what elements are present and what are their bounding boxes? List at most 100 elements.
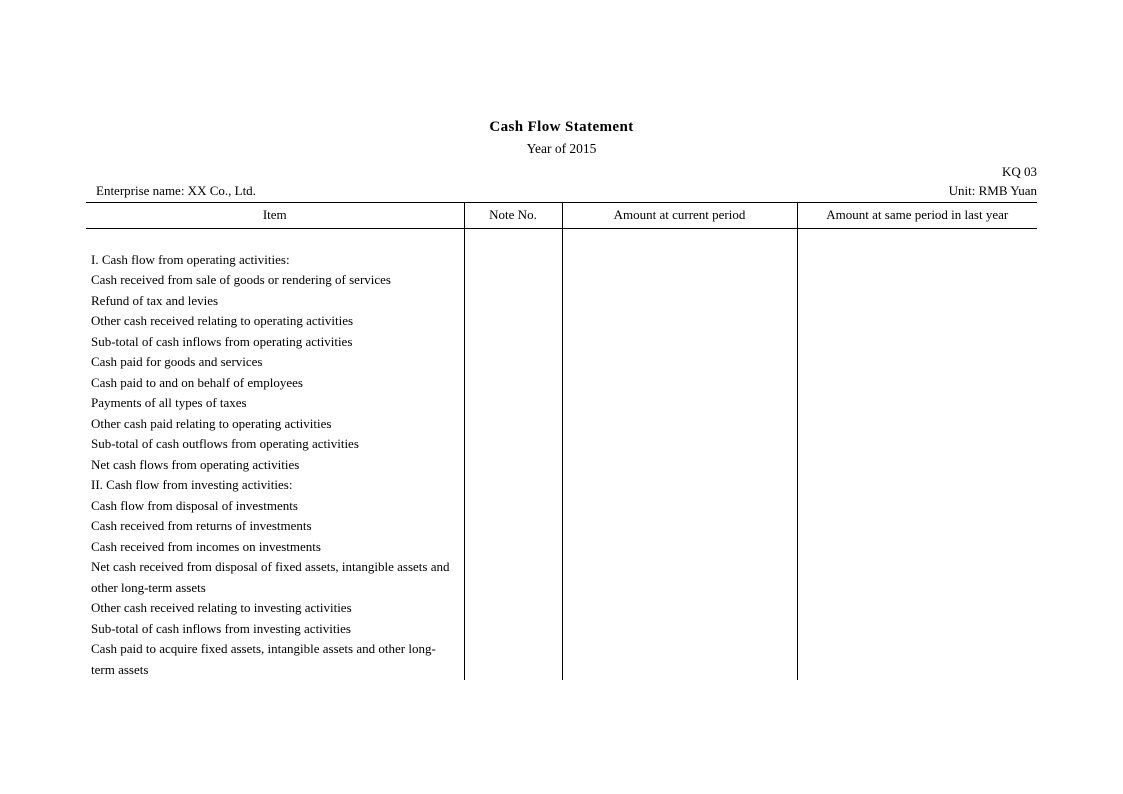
cell-current-period[interactable] xyxy=(561,290,797,311)
cell-note-no[interactable] xyxy=(463,454,562,475)
cell-current-period[interactable] xyxy=(561,249,797,270)
cell-last-year[interactable] xyxy=(796,434,1037,455)
cell-item: I. Cash flow from operating activities: xyxy=(91,251,290,267)
cell-note-no[interactable] xyxy=(463,413,562,434)
cell-current-period[interactable] xyxy=(561,311,797,332)
cell-note-no[interactable] xyxy=(463,557,562,598)
cell-note-no[interactable] xyxy=(463,331,562,352)
cell-current-period[interactable] xyxy=(561,454,797,475)
cell-item: Sub-total of cash outflows from operatin… xyxy=(91,436,359,451)
document-page: Cash Flow Statement Year of 2015 KQ 03 E… xyxy=(0,0,1123,794)
page-subtitle: Year of 2015 xyxy=(526,141,597,156)
column-header-current-period: Amount at current period xyxy=(561,202,797,229)
cash-flow-table: Item Note No. Amount at current period A… xyxy=(86,202,1037,680)
cell-item: Net cash flows from operating activities xyxy=(91,456,300,472)
cell-current-period[interactable] xyxy=(561,352,797,373)
cell-last-year[interactable] xyxy=(796,639,1037,680)
table-row: Cash paid to and on behalf of employees xyxy=(86,372,1037,393)
cell-last-year[interactable] xyxy=(796,352,1037,373)
cell-last-year[interactable] xyxy=(796,249,1037,270)
cell-current-period[interactable] xyxy=(561,413,797,434)
cell-item: Other cash paid relating to operating ac… xyxy=(91,415,332,431)
cell-last-year[interactable] xyxy=(796,413,1037,434)
cell-note-no[interactable] xyxy=(463,393,562,414)
cell-item: Sub-total of cash inflows from operating… xyxy=(91,333,353,349)
column-header-note-no: Note No. xyxy=(463,202,562,229)
cell-current-period[interactable] xyxy=(561,331,797,352)
cell-current-period[interactable] xyxy=(561,536,797,557)
table-row: Other cash received relating to operatin… xyxy=(86,311,1037,332)
cash-flow-table-wrapper: Item Note No. Amount at current period A… xyxy=(86,202,1037,680)
cell-note-no[interactable] xyxy=(463,270,562,291)
enterprise-name: Enterprise name: XX Co., Ltd. xyxy=(96,183,256,198)
cell-note-no[interactable] xyxy=(463,536,562,557)
cell-note-no[interactable] xyxy=(463,249,562,270)
cell-note-no[interactable] xyxy=(463,516,562,537)
table-header: Item Note No. Amount at current period A… xyxy=(86,202,1037,229)
cell-last-year[interactable] xyxy=(796,475,1037,496)
cell-last-year[interactable] xyxy=(796,516,1037,537)
cell-current-period[interactable] xyxy=(561,516,797,537)
cell-note-no[interactable] xyxy=(463,598,562,619)
table-row: Net cash received from disposal of fixed… xyxy=(86,557,1037,598)
cell-note-no[interactable] xyxy=(463,475,562,496)
table-row: Other cash paid relating to operating ac… xyxy=(86,413,1037,434)
cell-item: Cash flow from disposal of investments xyxy=(91,497,298,513)
cell-current-period[interactable] xyxy=(561,618,797,639)
cell-note-no[interactable] xyxy=(463,618,562,639)
cell-current-period[interactable] xyxy=(561,598,797,619)
cell-item: Cash paid for goods and services xyxy=(91,354,263,369)
table-row: II. Cash flow from investing activities: xyxy=(86,475,1037,496)
cell-current-period[interactable] xyxy=(561,393,797,414)
cell-item: Payments of all types of taxes xyxy=(91,395,247,410)
cell-item: Cash received from sale of goods or rend… xyxy=(91,272,391,287)
cell-note-no[interactable] xyxy=(463,434,562,455)
cell-current-period[interactable] xyxy=(561,372,797,393)
cell-current-period[interactable] xyxy=(561,495,797,516)
table-row: Cash flow from disposal of investments xyxy=(86,495,1037,516)
cell-note-no[interactable] xyxy=(463,639,562,680)
table-row: Payments of all types of taxes xyxy=(86,393,1037,414)
cell-last-year[interactable] xyxy=(796,311,1037,332)
table-spacer-row xyxy=(86,228,1037,250)
cell-current-period[interactable] xyxy=(561,475,797,496)
cell-note-no[interactable] xyxy=(463,495,562,516)
cell-last-year[interactable] xyxy=(796,393,1037,414)
cell-item: Cash received from incomes on investment… xyxy=(91,538,321,554)
cell-note-no[interactable] xyxy=(463,352,562,373)
table-row: Refund of tax and levies xyxy=(86,290,1037,311)
meta-row: Enterprise name: XX Co., Ltd. Unit: RMB … xyxy=(96,183,1037,199)
cell-last-year[interactable] xyxy=(796,557,1037,598)
cell-item: Refund of tax and levies xyxy=(91,292,219,308)
table-row: Cash paid to acquire fixed assets, intan… xyxy=(86,639,1037,680)
cell-last-year[interactable] xyxy=(796,331,1037,352)
table-row: Cash received from incomes on investment… xyxy=(86,536,1037,557)
table-row: Sub-total of cash inflows from operating… xyxy=(86,331,1037,352)
table-row: Sub-total of cash inflows from investing… xyxy=(86,618,1037,639)
cell-current-period[interactable] xyxy=(561,434,797,455)
cell-last-year[interactable] xyxy=(796,270,1037,291)
cell-note-no[interactable] xyxy=(463,372,562,393)
cell-item: Cash received from returns of investment… xyxy=(91,518,312,533)
form-code: KQ 03 xyxy=(1001,164,1037,179)
table-row: Other cash received relating to investin… xyxy=(86,598,1037,619)
table-header-row: Item Note No. Amount at current period A… xyxy=(86,202,1037,229)
table-row: I. Cash flow from operating activities: xyxy=(86,249,1037,270)
cell-note-no[interactable] xyxy=(463,311,562,332)
cell-last-year[interactable] xyxy=(796,372,1037,393)
page-title: Cash Flow Statement xyxy=(489,119,634,135)
cell-current-period[interactable] xyxy=(561,557,797,598)
table-row: Net cash flows from operating activities xyxy=(86,454,1037,475)
cell-item: Cash paid to acquire fixed assets, intan… xyxy=(91,641,436,677)
column-header-last-year: Amount at same period in last year xyxy=(796,202,1037,229)
cell-last-year[interactable] xyxy=(796,618,1037,639)
cell-last-year[interactable] xyxy=(796,495,1037,516)
cell-last-year[interactable] xyxy=(796,290,1037,311)
cell-last-year[interactable] xyxy=(796,454,1037,475)
cell-item: II. Cash flow from investing activities: xyxy=(91,477,293,492)
cell-current-period[interactable] xyxy=(561,639,797,680)
cell-last-year[interactable] xyxy=(796,598,1037,619)
cell-note-no[interactable] xyxy=(463,290,562,311)
cell-last-year[interactable] xyxy=(796,536,1037,557)
cell-current-period[interactable] xyxy=(561,270,797,291)
